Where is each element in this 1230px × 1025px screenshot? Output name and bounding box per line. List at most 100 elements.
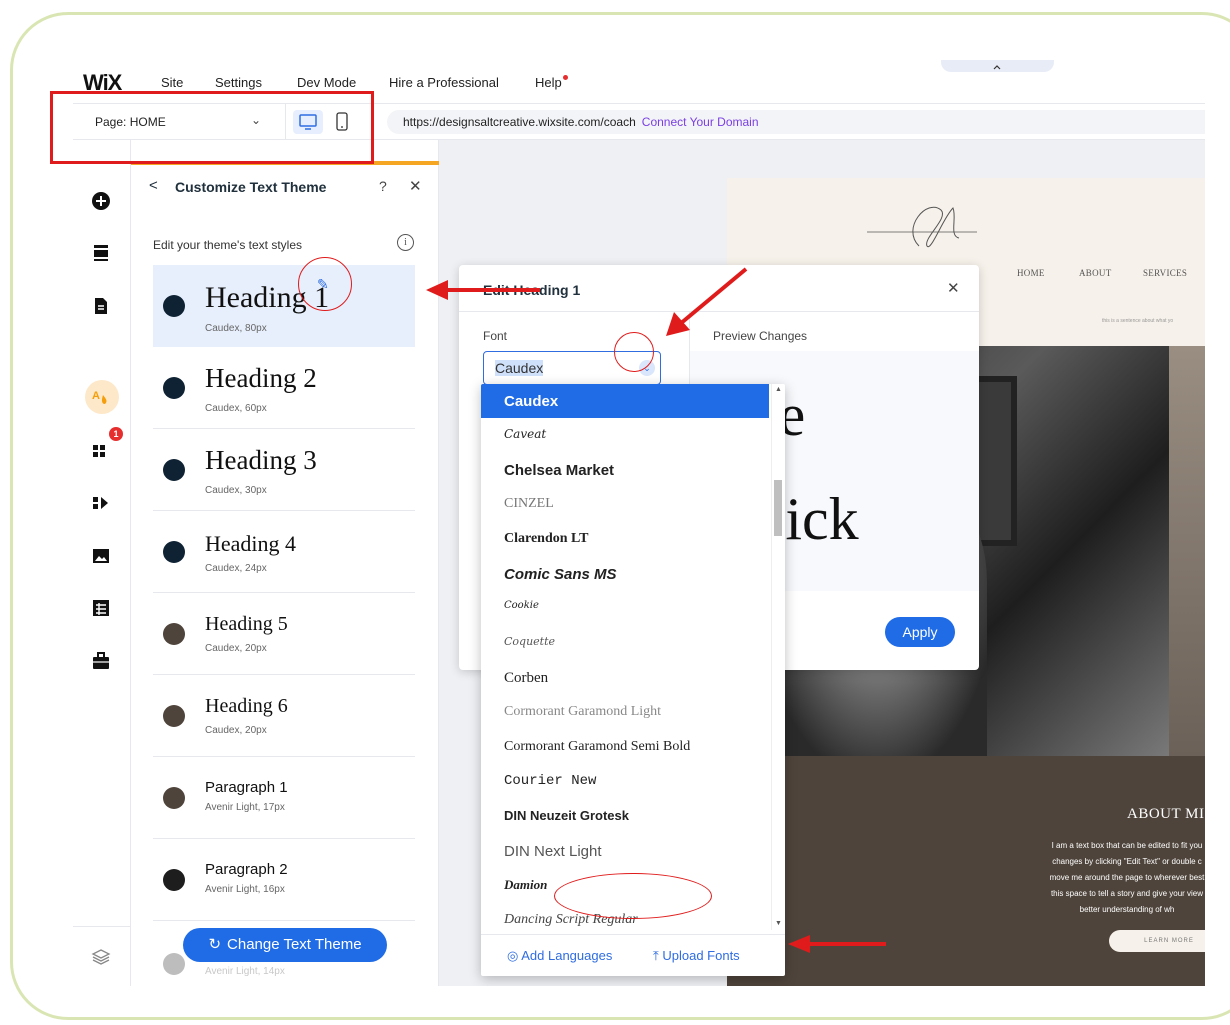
style-meta: Avenir Light, 17px: [205, 802, 285, 813]
help-question-icon[interactable]: ?: [379, 178, 387, 194]
about-line: move me around the page to wherever best: [1049, 873, 1205, 882]
dropdown-scrollbar[interactable]: [771, 384, 785, 930]
url-bar[interactable]: https://designsaltcreative.wixsite.com/c…: [387, 110, 1205, 134]
business-apps-button[interactable]: [90, 492, 112, 514]
font-option-din-neuzeit[interactable]: DIN Neuzeit Grotesk: [481, 799, 769, 833]
divider: [73, 926, 131, 927]
add-languages-link[interactable]: ◎ Add Languages: [507, 948, 612, 964]
add-languages-label: Add Languages: [521, 948, 613, 963]
style-meta: Caudex, 20px: [205, 725, 267, 736]
font-option-chelsea-market[interactable]: Chelsea Market: [481, 453, 769, 487]
connect-domain-link[interactable]: Connect Your Domain: [642, 115, 759, 129]
annotation-circle: [554, 873, 712, 919]
menu-help-label: Help: [535, 75, 562, 90]
color-dot: [163, 623, 185, 645]
globe-icon: ◎: [507, 948, 522, 963]
panel-title: Customize Text Theme: [175, 179, 327, 195]
wix-editor: WiX Site Settings Dev Mode Hire a Profes…: [73, 60, 1205, 986]
font-option-caveat[interactable]: Caveat: [481, 418, 769, 452]
pencil-icon[interactable]: ✎: [317, 276, 329, 293]
notification-dot-icon: [562, 75, 568, 80]
font-option-courier-new[interactable]: Courier New: [481, 764, 769, 798]
font-option-clarendon[interactable]: Clarendon LT: [481, 522, 769, 556]
plus-circle-icon: [92, 192, 110, 210]
panel-header: < Customize Text Theme ? ✕: [131, 166, 439, 212]
annotation-arrow: [788, 935, 886, 953]
side-photo: [1169, 346, 1205, 756]
layers-button[interactable]: [90, 946, 112, 968]
upload-fonts-link[interactable]: ⤒ Upload Fonts: [653, 948, 740, 964]
color-dot: [163, 869, 185, 891]
refresh-icon: ↻: [208, 936, 222, 953]
annotation-circle: [614, 332, 654, 372]
font-select-value: Caudex: [495, 360, 544, 376]
style-row-paragraph-1[interactable]: Paragraph 1 Avenir Light, 17px: [153, 757, 415, 839]
menu-dev-mode[interactable]: Dev Mode: [297, 75, 356, 90]
style-meta: Avenir Light, 16px: [205, 884, 285, 895]
media-button[interactable]: [90, 545, 112, 567]
menu-hire-professional[interactable]: Hire a Professional: [389, 75, 499, 90]
image-icon: [93, 549, 109, 563]
close-icon[interactable]: ✕: [947, 279, 960, 297]
learn-more-button[interactable]: LEARN MORE: [1109, 930, 1205, 952]
style-name: Heading 4: [205, 531, 297, 556]
close-icon[interactable]: ✕: [409, 177, 422, 195]
style-name: Paragraph 2: [205, 861, 288, 878]
collapse-handle[interactable]: [941, 60, 1054, 72]
font-option-caudex[interactable]: Caudex: [481, 384, 769, 418]
info-icon[interactable]: i: [397, 234, 414, 251]
apply-button[interactable]: Apply: [885, 617, 955, 647]
font-option-cinzel[interactable]: CINZEL: [481, 487, 769, 521]
font-option-coquette[interactable]: Coquette: [481, 626, 769, 660]
style-row-heading-2[interactable]: Heading 2 Caudex, 60px: [153, 347, 415, 429]
font-option-cormorant-light[interactable]: Cormorant Garamond Light: [481, 695, 769, 729]
font-option-cormorant-semibold[interactable]: Cormorant Garamond Semi Bold: [481, 730, 769, 764]
font-option-din-next-light[interactable]: DIN Next Light: [481, 834, 769, 868]
style-name: Paragraph 1: [205, 779, 288, 796]
back-chevron-icon[interactable]: <: [149, 177, 158, 194]
business-button[interactable]: [90, 650, 112, 672]
style-row-heading-4[interactable]: Heading 4 Caudex, 24px: [153, 511, 415, 593]
style-meta: Caudex, 80px: [205, 323, 267, 334]
about-line: this space to tell a story and give your…: [1050, 889, 1204, 898]
style-row-heading-3[interactable]: Heading 3 Caudex, 30px: [153, 429, 415, 511]
site-design-button[interactable]: A: [90, 386, 112, 408]
font-option-cookie[interactable]: Cookie: [481, 591, 769, 625]
about-title: ABOUT MI: [1127, 806, 1205, 822]
color-dot: [163, 541, 185, 563]
menu-site[interactable]: Site: [161, 75, 183, 90]
style-row-heading-5[interactable]: Heading 5 Caudex, 20px: [153, 593, 415, 675]
color-dot: [163, 459, 185, 481]
font-option-comic-sans[interactable]: Comic Sans MS: [481, 557, 769, 591]
apps-button[interactable]: [90, 438, 112, 460]
cms-button[interactable]: [90, 597, 112, 619]
scroll-up-icon[interactable]: ▲: [775, 386, 782, 393]
table-icon: [93, 600, 109, 616]
style-name: Heading 3: [205, 445, 317, 475]
pages-button[interactable]: [90, 295, 112, 317]
style-row-paragraph-2[interactable]: Paragraph 2 Avenir Light, 16px: [153, 839, 415, 921]
site-nav-home[interactable]: HOME: [1017, 268, 1045, 278]
menu-help[interactable]: Help: [535, 75, 568, 90]
about-text: I am a text box that can be edited to fi…: [1017, 838, 1205, 918]
upload-icon: ⤒: [653, 948, 663, 963]
panel-subtitle: Edit your theme's text styles: [153, 238, 303, 252]
about-line: better understanding of wh: [1079, 905, 1175, 914]
scrollbar-thumb[interactable]: [774, 480, 782, 536]
page-icon: [95, 298, 107, 314]
font-option-corben[interactable]: Corben: [481, 661, 769, 695]
style-row-heading-6[interactable]: Heading 6 Caudex, 20px: [153, 675, 415, 757]
annotation-box: [50, 91, 374, 164]
add-elements-button[interactable]: [90, 190, 112, 212]
add-section-button[interactable]: [90, 242, 112, 264]
scroll-down-icon[interactable]: ▼: [775, 920, 782, 927]
site-nav-about[interactable]: ABOUT: [1079, 268, 1112, 278]
site-tagline: this is a sentence about what yo: [1102, 318, 1174, 324]
style-row-heading-1[interactable]: Heading 1 Caudex, 80px: [153, 265, 415, 347]
site-nav-services[interactable]: SERVICES: [1143, 268, 1187, 278]
change-text-theme-button[interactable]: ↻ Change Text Theme: [183, 928, 387, 962]
apps-grid-icon: [93, 445, 105, 457]
briefcase-icon: [93, 652, 109, 669]
menu-settings[interactable]: Settings: [215, 75, 262, 90]
change-text-theme-label: Change Text Theme: [227, 936, 362, 953]
